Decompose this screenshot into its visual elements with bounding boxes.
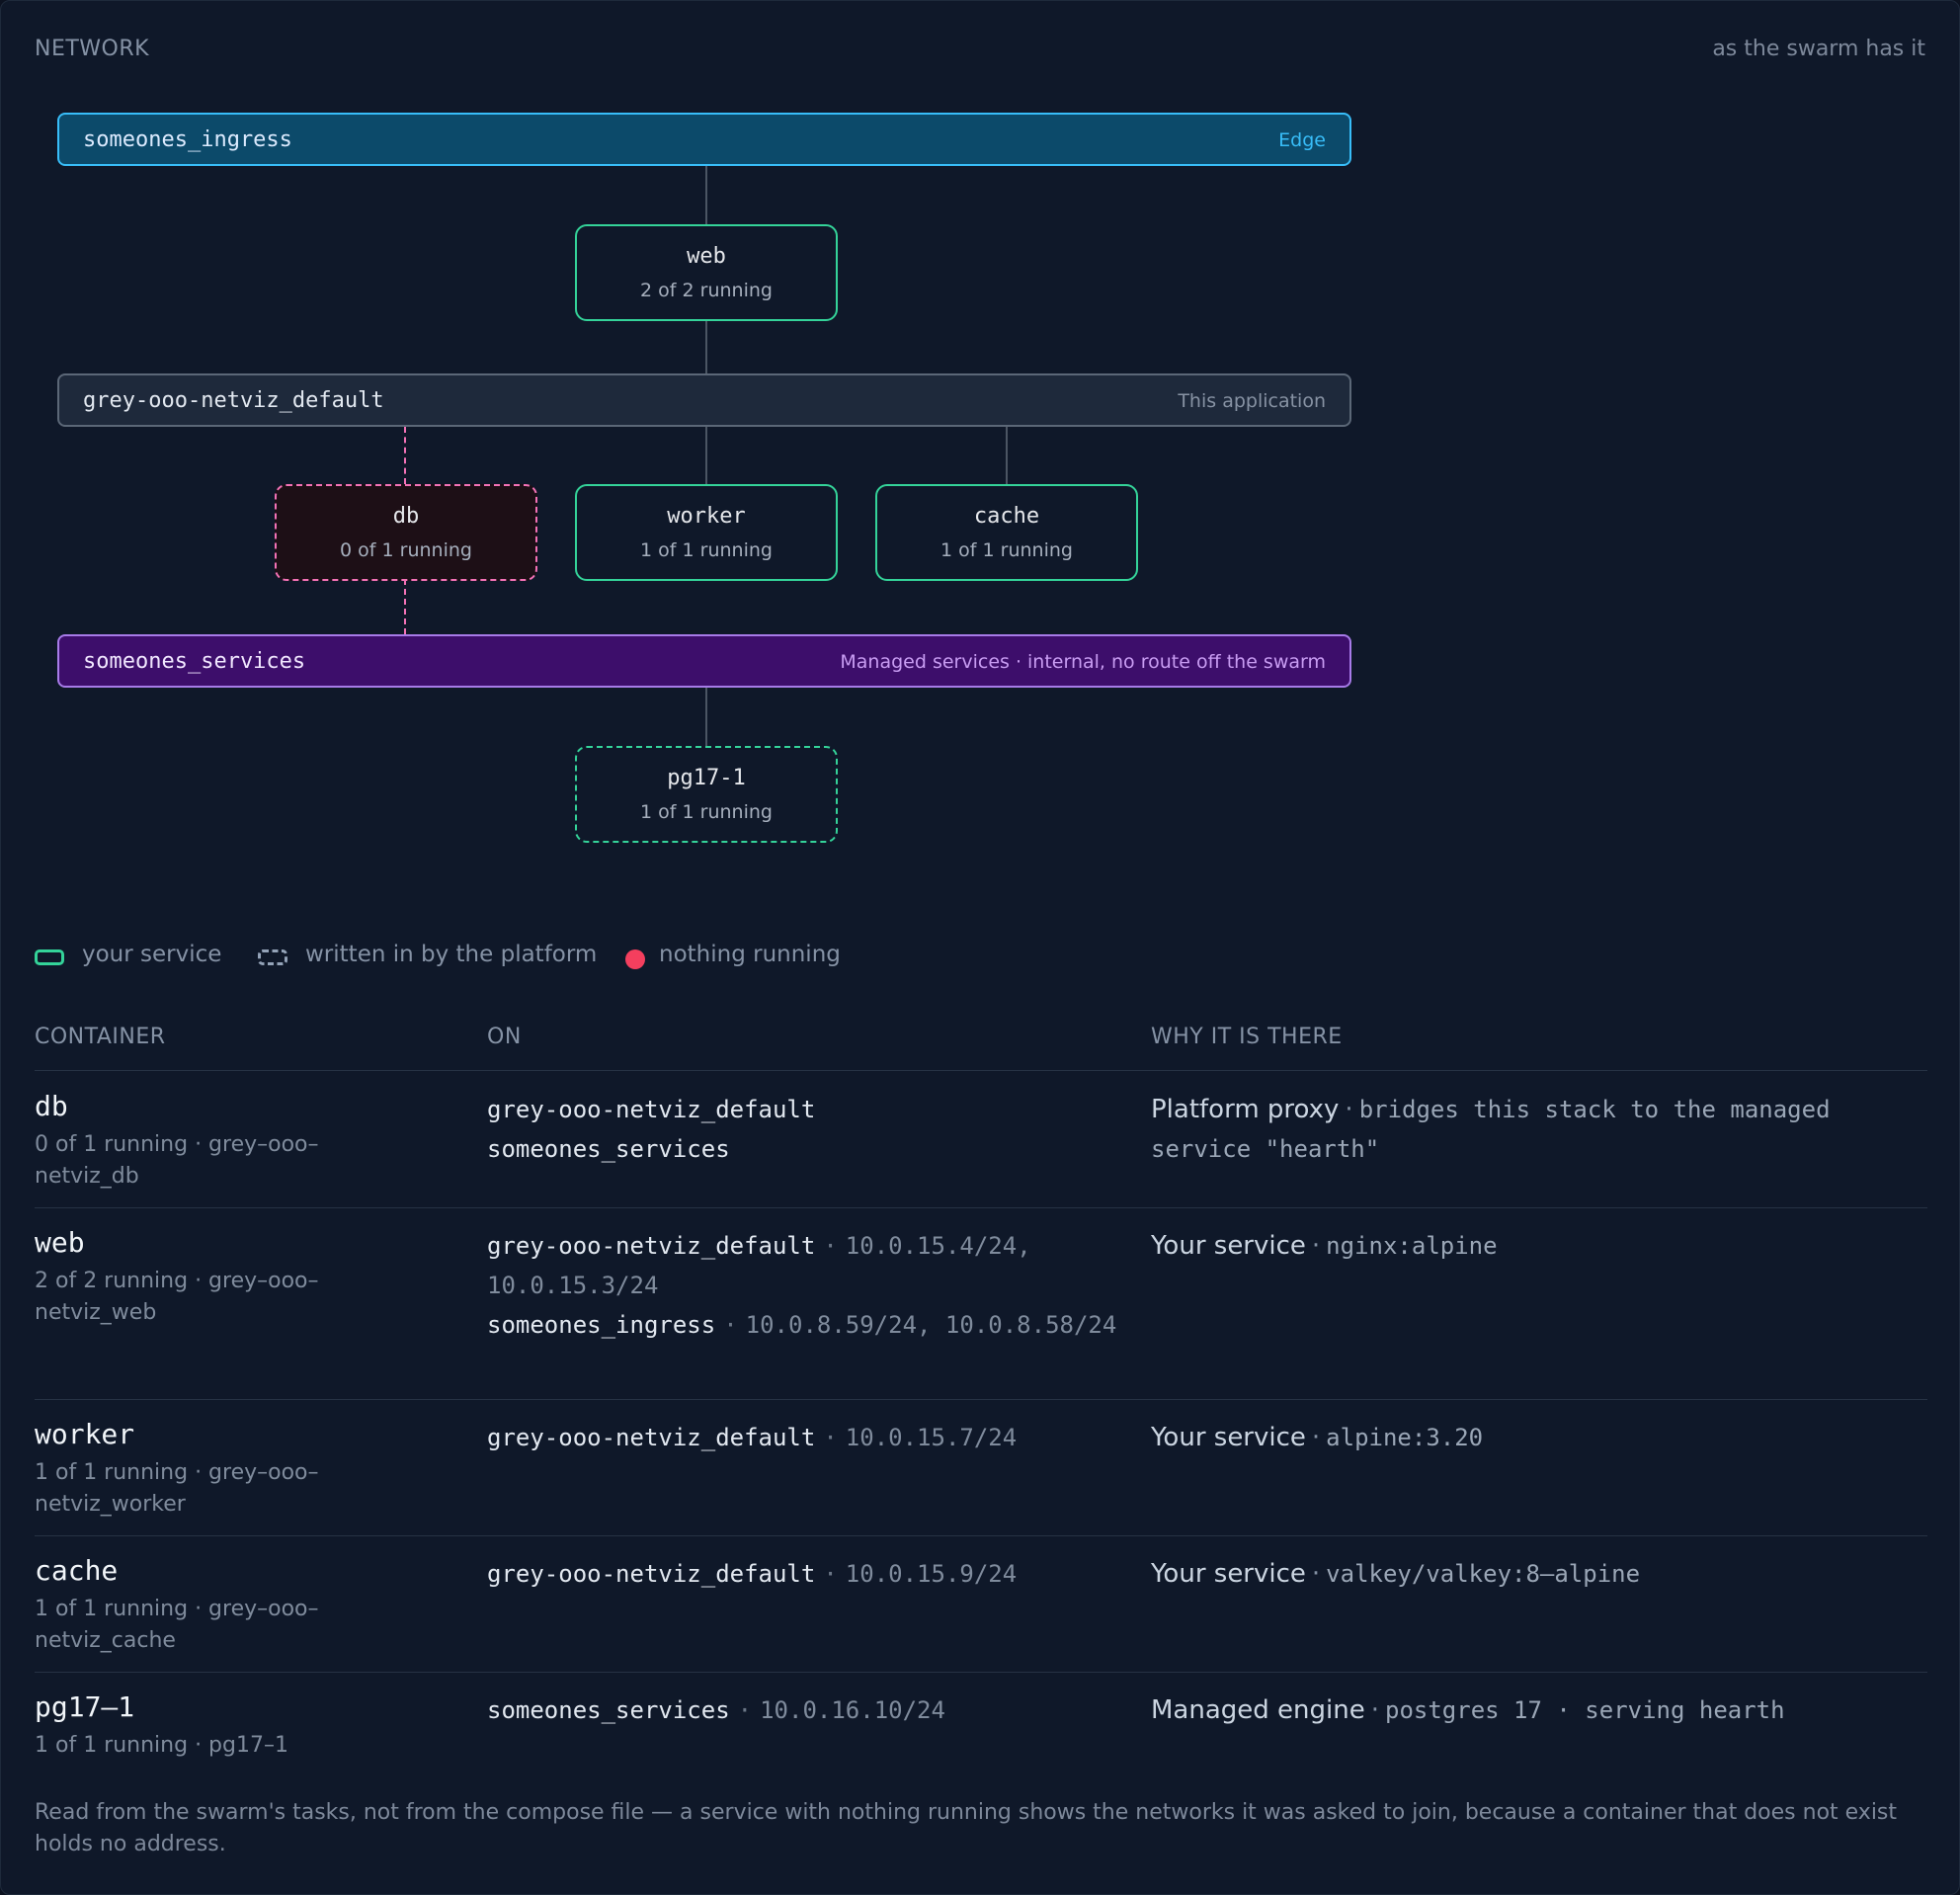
- container-name: db: [35, 1090, 68, 1122]
- service-name: web: [687, 244, 726, 269]
- network-ref: grey-ooo-netviz_default: [487, 1424, 816, 1451]
- service-status: 1 of 1 running: [940, 539, 1073, 561]
- network-ref: grey-ooo-netviz_default: [487, 1232, 816, 1260]
- row-divider: [35, 1535, 1927, 1536]
- legend-label: written in by the platform: [305, 942, 598, 967]
- service-node-cache[interactable]: cache 1 of 1 running: [875, 484, 1138, 581]
- section-title: NETWORK: [35, 37, 150, 61]
- container-reason: Managed engine · postgres 17 · serving hea…: [1151, 1695, 1785, 1725]
- container-status: 1 of 1 running · grey–ooo–netviz_cache: [35, 1597, 319, 1653]
- container-name: pg17–1: [35, 1690, 135, 1723]
- connector-services-pg17: [705, 688, 707, 746]
- container-networks: grey-ooo-netviz_default · 10.0.15.7/24: [487, 1424, 1018, 1451]
- ip-addresses: 10.0.16.10/24: [760, 1696, 945, 1724]
- container-networks: grey-ooo-netviz_default · 10.0.15.9/24: [487, 1560, 1018, 1588]
- network-ingress[interactable]: someones_ingress Edge: [57, 113, 1351, 166]
- ip-addresses: 10.0.15.7/24: [845, 1424, 1018, 1451]
- service-status: 1 of 1 running: [640, 539, 773, 561]
- service-name: pg17-1: [667, 766, 746, 790]
- ip-addresses: 10.0.8.59/24, 10.0.8.58/24: [745, 1311, 1117, 1339]
- service-node-pg17[interactable]: pg17-1 1 of 1 running: [575, 746, 838, 843]
- service-name: db: [392, 504, 420, 529]
- network-tag: This application: [1178, 390, 1326, 412]
- table-divider: [35, 1070, 1927, 1071]
- footnote: Read from the swarm's tasks, not from th…: [35, 1800, 1898, 1856]
- column-header-on: ON: [487, 1025, 522, 1049]
- container-networks: grey-ooo-netviz_default · 10.0.15.4/24, 10…: [487, 1232, 1117, 1339]
- service-status: 2 of 2 running: [640, 280, 773, 301]
- reason-label: Your service: [1151, 1423, 1306, 1452]
- service-status: 1 of 1 running: [640, 801, 773, 823]
- container-name: web: [35, 1226, 85, 1259]
- network-services[interactable]: someones_services Managed services · int…: [57, 634, 1351, 688]
- service-name: worker: [667, 504, 746, 529]
- row-divider: [35, 1672, 1927, 1673]
- service-name: cache: [973, 504, 1040, 529]
- connector-web-default: [705, 319, 707, 373]
- container-reason: Your service · valkey/valkey:8–alpine: [1151, 1559, 1641, 1589]
- red-dot-icon: [625, 949, 645, 969]
- section-note: as the swarm has it: [1712, 37, 1925, 61]
- connector-ingress-web: [705, 166, 707, 224]
- dashed-box-icon: [258, 949, 287, 965]
- reason-label: Your service: [1151, 1559, 1306, 1589]
- reason-label: Managed engine: [1151, 1695, 1365, 1725]
- network-tag: Managed services · internal, no route of…: [840, 651, 1326, 673]
- network-name: someones_ingress: [83, 127, 292, 152]
- container-status: 0 of 1 running · grey–ooo–netviz_db: [35, 1132, 319, 1189]
- reason-detail: nginx:alpine: [1326, 1232, 1498, 1260]
- solid-box-icon: [35, 949, 64, 965]
- container-reason: Your service · nginx:alpine: [1151, 1231, 1498, 1261]
- service-node-worker[interactable]: worker 1 of 1 running: [575, 484, 838, 581]
- service-node-db[interactable]: db 0 of 1 running: [275, 484, 537, 581]
- network-tag: Edge: [1278, 129, 1326, 151]
- legend-label: your service: [82, 942, 222, 967]
- network-panel: NETWORK as the swarm has it someones_ing…: [0, 0, 1960, 1895]
- container-networks: grey-ooo-netviz_default someones_service…: [487, 1090, 1119, 1169]
- connector-default-cache: [1006, 427, 1008, 484]
- connector-db-services: [404, 579, 406, 634]
- ip-addresses: 10.0.15.9/24: [845, 1560, 1018, 1588]
- service-status: 0 of 1 running: [340, 539, 472, 561]
- row-divider: [35, 1207, 1927, 1208]
- container-status: 2 of 2 running · grey–ooo–netviz_web: [35, 1269, 319, 1325]
- column-header-why: WHY IT IS THERE: [1151, 1025, 1343, 1049]
- reason-label: Platform proxy: [1151, 1095, 1340, 1124]
- reason-detail: postgres 17 · serving hearth: [1385, 1696, 1785, 1724]
- network-ref: someones_ingress: [487, 1311, 716, 1339]
- container-status: 1 of 1 running · grey–ooo–netviz_worker: [35, 1460, 319, 1517]
- network-ref: grey-ooo-netviz_default: [487, 1560, 816, 1588]
- legend-label: nothing running: [659, 942, 841, 967]
- container-networks: someones_services · 10.0.16.10/24: [487, 1696, 945, 1724]
- reason-detail: alpine:3.20: [1326, 1424, 1484, 1451]
- network-name: someones_services: [83, 649, 306, 674]
- network-ref: someones_services: [487, 1696, 730, 1724]
- network-name: grey-ooo-netviz_default: [83, 388, 384, 413]
- row-divider: [35, 1399, 1927, 1400]
- connector-default-db: [404, 427, 406, 484]
- connector-default-worker: [705, 427, 707, 484]
- service-node-web[interactable]: web 2 of 2 running: [575, 224, 838, 321]
- container-name: worker: [35, 1418, 135, 1450]
- network-ref: grey-ooo-netviz_default: [487, 1096, 816, 1123]
- network-default[interactable]: grey-ooo-netviz_default This application: [57, 373, 1351, 427]
- container-name: cache: [35, 1554, 119, 1587]
- column-header-container: CONTAINER: [35, 1025, 166, 1049]
- container-reason: Platform proxy · bridges this stack to the…: [1151, 1095, 1831, 1163]
- network-ref: someones_services: [487, 1135, 730, 1163]
- container-reason: Your service · alpine:3.20: [1151, 1423, 1484, 1452]
- reason-detail: valkey/valkey:8–alpine: [1326, 1560, 1641, 1588]
- container-status: 1 of 1 running · pg17–1: [35, 1733, 288, 1758]
- reason-label: Your service: [1151, 1231, 1306, 1261]
